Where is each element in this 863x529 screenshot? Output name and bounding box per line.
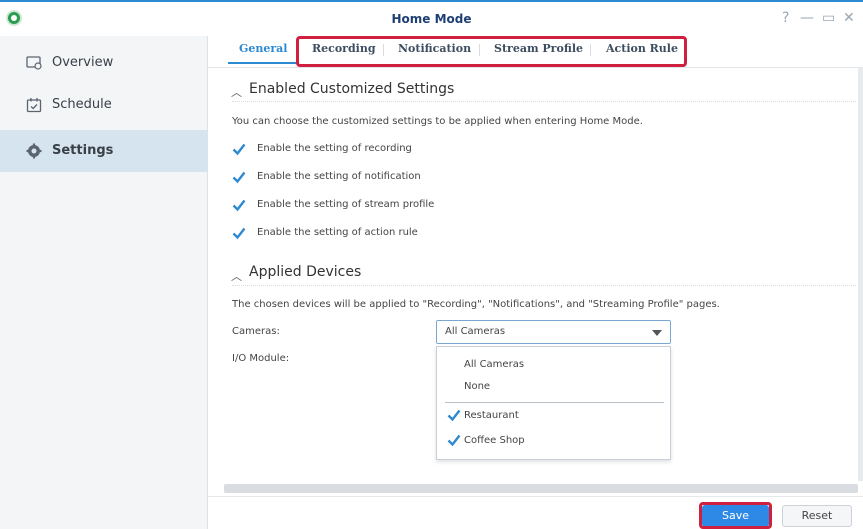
cameras-select[interactable]: All Cameras (436, 320, 671, 344)
checkbox-recording-checked-icon[interactable] (232, 142, 246, 156)
option-label-recording: Enable the setting of recording (257, 143, 412, 154)
chevron-down-icon (652, 330, 662, 336)
cameras-label: Cameras: (232, 326, 280, 337)
title-bar: Home Mode ? — ▭ ✕ (0, 2, 863, 36)
calendar-icon (26, 98, 42, 113)
horizontal-scrollbar[interactable] (224, 484, 858, 493)
close-icon[interactable]: ✕ (843, 10, 855, 26)
vertical-scrollbar[interactable] (858, 67, 863, 481)
restaurant-checked-icon[interactable] (447, 408, 461, 422)
collapse-chevron-icon[interactable]: ︿ (231, 268, 242, 284)
tabs-highlight-box (296, 36, 687, 67)
section-title-customized-settings: Enabled Customized Settings (249, 81, 455, 97)
gear-icon (26, 143, 42, 159)
tab-general[interactable]: General (239, 42, 288, 55)
sidebar: Overview Schedule Settings (0, 36, 208, 529)
dropdown-option-restaurant[interactable]: Restaurant (464, 410, 519, 421)
window-title: Home Mode (391, 12, 472, 26)
active-tab-underline (228, 62, 298, 64)
coffee-shop-checked-icon[interactable] (447, 433, 461, 447)
option-label-stream-profile: Enable the setting of stream profile (257, 199, 435, 210)
io-module-label: I/O Module: (232, 353, 290, 364)
cameras-dropdown-menu: All Cameras None Restaurant Coffee Shop (436, 346, 671, 460)
dropdown-option-all-cameras[interactable]: All Cameras (464, 359, 524, 370)
reset-button[interactable]: Reset (782, 505, 852, 527)
section-divider (232, 101, 856, 102)
sidebar-item-label: Settings (52, 143, 114, 158)
section-divider (232, 285, 856, 286)
footer-divider (208, 496, 863, 497)
home-mode-window: Home Mode ? — ▭ ✕ Overview Schedule Sett… (0, 0, 863, 529)
sidebar-item-label: Schedule (52, 97, 112, 112)
cameras-select-value: All Cameras (445, 326, 506, 337)
dropdown-option-none[interactable]: None (464, 381, 490, 392)
help-icon[interactable]: ? (782, 10, 789, 26)
option-label-notification: Enable the setting of notification (257, 171, 421, 182)
maximize-icon[interactable]: ▭ (822, 10, 835, 26)
section-title-applied-devices: Applied Devices (249, 264, 362, 280)
sidebar-item-overview[interactable]: Overview (0, 42, 208, 84)
dropdown-separator (445, 402, 664, 403)
customized-settings-description: You can choose the customized settings t… (232, 116, 643, 127)
applied-devices-description: The chosen devices will be applied to "R… (232, 299, 720, 310)
monitor-icon (26, 56, 42, 70)
sidebar-item-label: Overview (52, 55, 114, 70)
checkbox-action-rule-checked-icon[interactable] (232, 226, 246, 240)
checkbox-notification-checked-icon[interactable] (232, 170, 246, 184)
sidebar-item-settings[interactable]: Settings (0, 130, 208, 172)
dropdown-option-coffee-shop[interactable]: Coffee Shop (464, 435, 525, 446)
checkbox-stream-profile-checked-icon[interactable] (232, 198, 246, 212)
collapse-chevron-icon[interactable]: ︿ (231, 84, 242, 100)
tabbar-divider (208, 67, 863, 68)
sidebar-item-schedule[interactable]: Schedule (0, 84, 208, 126)
minimize-icon[interactable]: — (800, 10, 814, 26)
option-label-action-rule: Enable the setting of action rule (257, 227, 418, 238)
save-highlight-box (699, 502, 772, 529)
